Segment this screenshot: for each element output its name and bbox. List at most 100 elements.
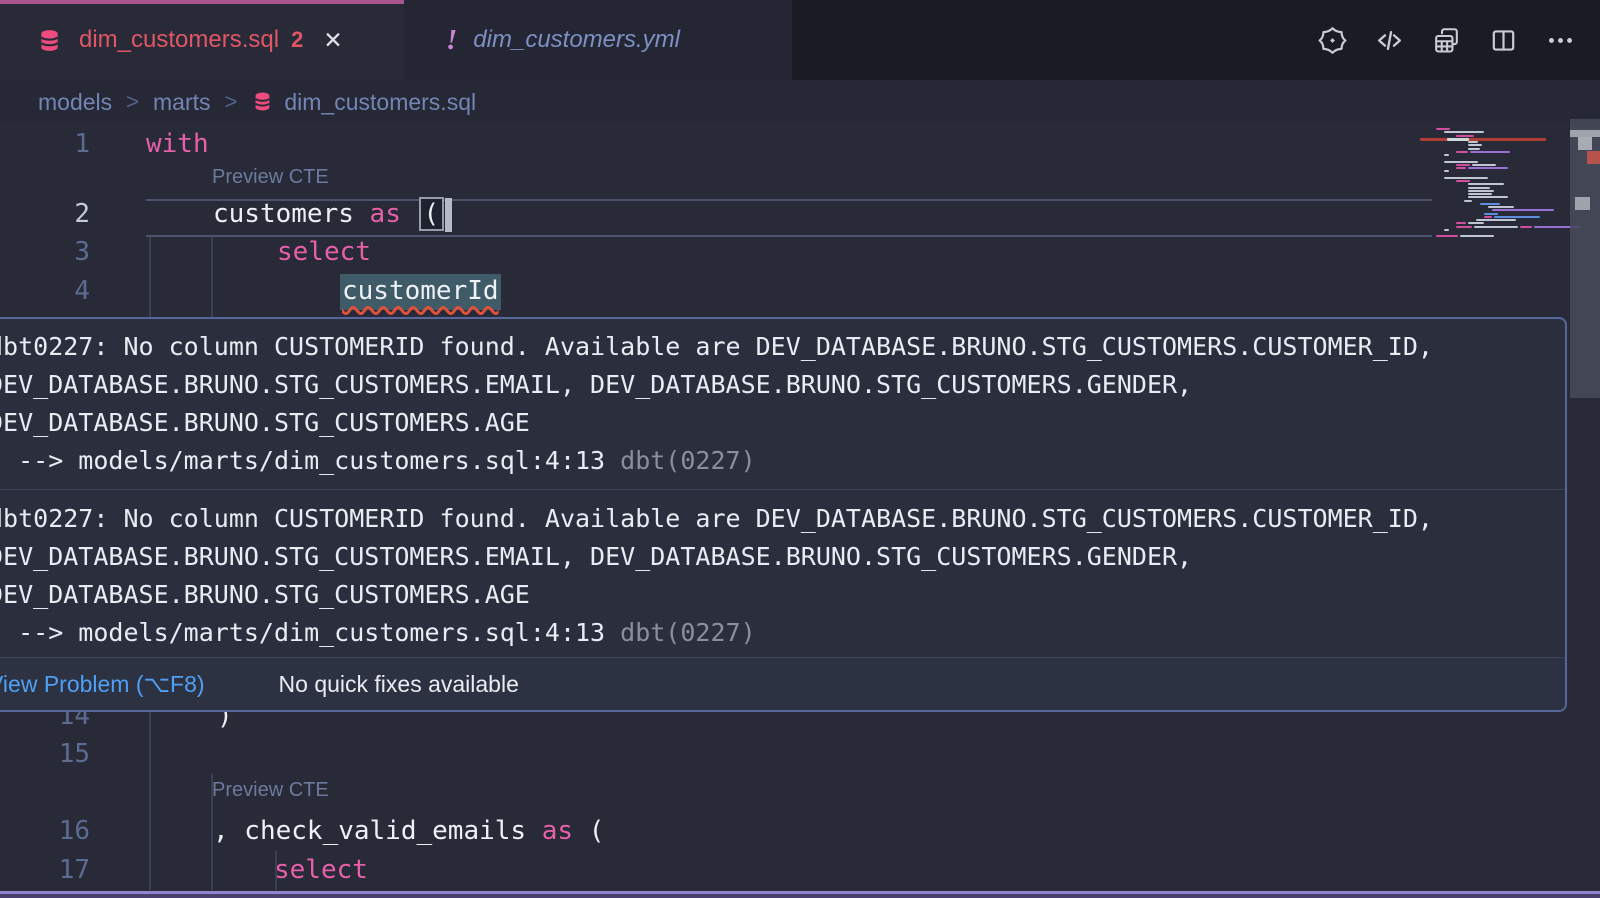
error-message-line: dbt0227: No column CUSTOMERID found. Ava…	[0, 328, 1565, 366]
editor-window: dim_customers.sql 2 ✕ ! dim_customers.ym…	[0, 0, 1600, 898]
error-location-line: --> models/marts/dim_customers.sql:4:13 …	[0, 442, 1565, 480]
error-message-line: DEV_DATABASE.BRUNO.STG_CUSTOMERS.AGE	[0, 404, 1565, 442]
code-line: customers as (	[213, 195, 452, 233]
text-cursor	[445, 198, 452, 232]
minimap-code-bar	[1472, 164, 1496, 166]
minimap-code-bar	[1468, 196, 1508, 198]
selected-word-error: customerId	[340, 274, 501, 310]
minimap-code-bar	[1468, 141, 1478, 143]
minimap-code-bar	[1444, 154, 1449, 156]
code-line: select	[277, 233, 371, 271]
code-line: , check_valid_emails as (	[213, 812, 604, 850]
minimap-code-bar	[1476, 219, 1516, 221]
minimap-code-bar	[1474, 226, 1518, 228]
minimap-code-bar	[1492, 209, 1554, 211]
line-number: 2	[0, 195, 90, 233]
indent-guide	[211, 237, 213, 317]
minimap-code-bar	[1468, 183, 1504, 185]
minimap[interactable]	[1400, 124, 1550, 254]
tab-dirty-count: 2	[291, 27, 303, 53]
minimap-code-bar	[1468, 167, 1508, 169]
more-actions-icon[interactable]	[1542, 22, 1578, 58]
quick-fix-message: No quick fixes available	[279, 671, 519, 698]
tab-bar: dim_customers.sql 2 ✕ ! dim_customers.ym…	[0, 0, 1600, 80]
window-bottom-border	[0, 894, 1600, 898]
line-number: 4	[0, 272, 90, 310]
preview-cte-code-lens[interactable]: Preview CTE	[212, 166, 329, 189]
minimap-code-bar	[1444, 229, 1449, 231]
error-location-line: --> models/marts/dim_customers.sql:4:13 …	[0, 614, 1565, 652]
error-message-block: dbt0227: No column CUSTOMERID found. Ava…	[0, 319, 1565, 480]
problem-hover-panel: dbt0227: No column CUSTOMERID found. Ava…	[0, 317, 1567, 712]
line-number: 3	[0, 233, 90, 271]
scrollbar[interactable]	[1570, 124, 1600, 898]
breadcrumb-item-models[interactable]: models	[38, 89, 112, 116]
minimap-code-bar	[1456, 226, 1472, 228]
minimap-code-bar	[1464, 200, 1472, 202]
minimap-code-bar	[1470, 151, 1510, 153]
matched-bracket: (	[419, 197, 445, 231]
minimap-code-bar	[1460, 235, 1494, 237]
error-message-line: DEV_DATABASE.BRUNO.STG_CUSTOMERS.EMAIL, …	[0, 538, 1565, 576]
code-line: select	[274, 851, 368, 889]
overview-ruler-mark	[1578, 137, 1592, 150]
minimap-code-bar	[1456, 222, 1466, 224]
minimap-code-bar	[1456, 180, 1470, 182]
minimap-code-bar	[1444, 131, 1484, 133]
split-editor-icon[interactable]	[1485, 22, 1521, 58]
error-message-block: dbt0227: No column CUSTOMERID found. Ava…	[0, 489, 1565, 652]
active-tab-indicator	[0, 0, 404, 4]
close-icon[interactable]: ✕	[323, 27, 342, 54]
tab-label: dim_customers.yml	[473, 26, 680, 54]
minimap-code-bar	[1444, 170, 1449, 172]
minimap-code-bar	[1456, 167, 1466, 169]
minimap-selection	[1447, 138, 1469, 141]
breadcrumb-item-file[interactable]: dim_customers.sql	[284, 89, 476, 116]
minimap-code-bar	[1456, 164, 1470, 166]
view-problem-link[interactable]: View Problem (⌥F8)	[0, 671, 205, 698]
indent-guide	[149, 712, 151, 890]
query-results-icon[interactable]	[1428, 22, 1464, 58]
chevron-right-icon: >	[225, 89, 238, 115]
error-message-line: DEV_DATABASE.BRUNO.STG_CUSTOMERS.EMAIL, …	[0, 366, 1565, 404]
error-message-line: dbt0227: No column CUSTOMERID found. Ava…	[0, 500, 1565, 538]
error-source-code: dbt(0227)	[620, 446, 755, 475]
warning-icon: !	[446, 24, 457, 57]
minimap-code-bar	[1468, 144, 1482, 146]
minimap-code-bar	[1520, 226, 1532, 228]
tab-dim-customers-yml[interactable]: ! dim_customers.yml	[404, 0, 792, 80]
minimap-code-bar	[1484, 213, 1498, 215]
tab-label: dim_customers.sql	[79, 26, 279, 54]
compile-sql-icon[interactable]	[1371, 22, 1407, 58]
hover-status-bar: View Problem (⌥F8) No quick fixes availa…	[0, 657, 1565, 710]
minimap-code-bar	[1436, 235, 1458, 237]
minimap-code-bar	[1456, 151, 1468, 153]
indent-guide	[149, 237, 151, 317]
minimap-code-bar	[1468, 187, 1490, 189]
line-number: 16	[0, 812, 90, 850]
database-icon	[36, 27, 63, 54]
minimap-code-bar	[1468, 193, 1492, 195]
error-file-location[interactable]: --> models/marts/dim_customers.sql:4:13	[0, 446, 620, 475]
line-number: 15	[0, 735, 90, 773]
minimap-code-bar	[1468, 190, 1494, 192]
editor-actions	[1314, 0, 1578, 80]
error-source-code: dbt(0227)	[620, 618, 755, 647]
minimap-code-bar	[1468, 148, 1480, 150]
indent-guide	[275, 851, 277, 890]
breadcrumb: models > marts > dim_customers.sql	[0, 80, 1600, 124]
minimap-code-bar	[1484, 216, 1492, 218]
overview-ruler-mark	[1587, 151, 1600, 164]
preview-cte-code-lens[interactable]: Preview CTE	[212, 779, 329, 802]
minimap-code-bar	[1494, 216, 1540, 218]
minimap-error-line	[1420, 138, 1546, 141]
error-file-location[interactable]: --> models/marts/dim_customers.sql:4:13	[0, 618, 620, 647]
tab-dim-customers-sql[interactable]: dim_customers.sql 2 ✕	[0, 0, 404, 80]
dbt-power-user-icon[interactable]	[1314, 22, 1350, 58]
breadcrumb-item-marts[interactable]: marts	[153, 89, 211, 116]
minimap-code-bar	[1444, 177, 1488, 179]
line-number: 1	[0, 125, 90, 163]
minimap-code-bar	[1436, 128, 1450, 130]
overview-ruler-mark	[1570, 130, 1600, 137]
code-line: with	[146, 125, 209, 163]
